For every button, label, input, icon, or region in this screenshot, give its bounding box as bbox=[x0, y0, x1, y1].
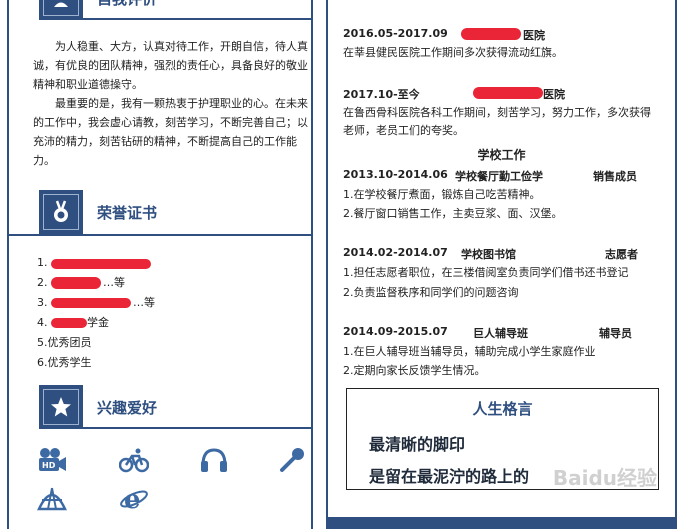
left-column: 自我评价 为人稳重、大方，认真对待工作，开朗自信，待人真诚，有优良的团队精神，强… bbox=[7, 0, 313, 529]
work-entry-1-description: 在莘县健民医院工作期间多次获得流动红旗。 bbox=[343, 46, 563, 59]
redaction-mark bbox=[51, 298, 131, 308]
redaction-mark bbox=[51, 259, 151, 269]
section-hobbies-header: 兴趣爱好 bbox=[9, 385, 311, 429]
bicycle-icon bbox=[119, 446, 149, 474]
list-item: 3. …等 bbox=[37, 296, 155, 309]
entry-org: 学校餐厅勤工俭学 bbox=[455, 170, 543, 183]
entry-place-suffix: 医院 bbox=[523, 29, 545, 42]
entry-date: 2017.10-至今 bbox=[343, 88, 420, 101]
entry-org: 巨人辅导班 bbox=[473, 327, 528, 340]
section-title: 荣誉证书 bbox=[97, 204, 158, 222]
entry-role: 志愿者 bbox=[605, 248, 638, 261]
entry-date: 2016.05-2017.09 bbox=[343, 27, 448, 40]
section-self-evaluation-header: 自我评价 bbox=[9, 0, 311, 20]
school-entry-2-line-1: 1.担任志愿者职位，在三楼借阅室负责同学们借书还书登记 bbox=[343, 266, 629, 279]
headphones-icon bbox=[199, 446, 229, 474]
internet-explorer-icon: e bbox=[119, 484, 149, 512]
entry-org: 学校图书馆 bbox=[461, 248, 516, 261]
section-title: 兴趣爱好 bbox=[97, 399, 158, 417]
section-divider bbox=[9, 234, 311, 236]
section-title: 自我评价 bbox=[97, 0, 157, 9]
hobby-icons: HD e bbox=[9, 444, 311, 524]
entry-date: 2014.02-2014.07 bbox=[343, 246, 448, 259]
school-entry-3-line-2: 2.定期向家长反馈学生情况。 bbox=[343, 364, 486, 377]
medal-icon bbox=[54, 200, 68, 222]
bottom-accent-bar bbox=[328, 517, 675, 529]
person-icon-box bbox=[39, 0, 83, 20]
entry-date: 2013.10-2014.06 bbox=[343, 168, 448, 181]
star-icon bbox=[51, 397, 71, 417]
entry-place-suffix: 医院 bbox=[543, 88, 565, 101]
motto-line-1: 最清晰的脚印 bbox=[369, 435, 466, 454]
video-camera-icon: HD bbox=[37, 446, 67, 474]
section-divider bbox=[83, 427, 311, 429]
person-icon bbox=[54, 2, 68, 7]
redaction-mark bbox=[51, 277, 101, 289]
motto-title: 人生格言 bbox=[472, 400, 533, 418]
list-item: 1. bbox=[37, 253, 297, 273]
section-honors-header: 荣誉证书 bbox=[9, 190, 311, 236]
svg-text:HD: HD bbox=[42, 461, 56, 470]
school-entry-2-line-2: 2.负责监督秩序和同学们的问题咨询 bbox=[343, 286, 519, 299]
microphone-icon bbox=[277, 446, 307, 474]
entry-date: 2014.09-2015.07 bbox=[343, 325, 448, 338]
entry-role: 辅导员 bbox=[599, 327, 632, 340]
entry-role: 销售成员 bbox=[593, 170, 637, 183]
redaction-mark bbox=[51, 318, 87, 328]
section-divider bbox=[83, 18, 311, 20]
self-evaluation-text: 为人稳重、大方，认真对待工作，开朗自信，待人真诚，有优良的团队精神，强烈的责任心… bbox=[33, 37, 309, 170]
school-entry-3-line-1: 1.在巨人辅导班当辅导员，辅助完成小学生家庭作业 bbox=[343, 345, 596, 358]
honors-list: 1. 2. …等 3. …等 4. 学金 5.优秀团员 6.优秀学生 bbox=[37, 253, 297, 373]
motto-line-2: 是留在最泥泞的路上的 bbox=[369, 467, 530, 486]
medal-icon-box bbox=[39, 190, 83, 234]
school-entry-1-line-1: 1.在学校餐厅煮面，锻炼自己吃苦精神。 bbox=[343, 188, 541, 201]
right-column: 2016.05-2017.09 医院 在莘县健民医院工作期间多次获得流动红旗。 … bbox=[326, 0, 677, 529]
work-entry-2-description-line-2: 老师，老员工们的夸奖。 bbox=[343, 124, 464, 137]
star-icon-box bbox=[39, 385, 83, 429]
list-item: 2. …等 bbox=[37, 276, 125, 289]
watermark: Baidu经验 bbox=[552, 466, 657, 490]
redaction-mark bbox=[473, 87, 543, 99]
list-item: 4. 学金 bbox=[37, 316, 109, 329]
self-evaluation-paragraph-1: 为人稳重、大方，认真对待工作，开朗自信，待人真诚，有优良的团队精神，强烈的责任心… bbox=[33, 40, 308, 91]
tent-icon bbox=[37, 484, 67, 512]
redaction-mark bbox=[461, 28, 521, 40]
list-item: 5.优秀团员 bbox=[37, 336, 92, 349]
list-item: 6.优秀学生 bbox=[37, 356, 92, 369]
work-entry-2-description-line-1: 在鲁西骨科医院各科工作期间，刻苦学习，努力工作，多次获得 bbox=[343, 106, 651, 119]
self-evaluation-paragraph-2: 最重要的是，我有一颗热衷于护理职业的心。在未来的工作中，我会虚心请教，刻苦学习，… bbox=[33, 97, 308, 167]
school-work-title: 学校工作 bbox=[477, 148, 526, 162]
school-entry-1-line-2: 2.餐厅窗口销售工作，主卖豆浆、面、汉堡。 bbox=[343, 207, 563, 220]
